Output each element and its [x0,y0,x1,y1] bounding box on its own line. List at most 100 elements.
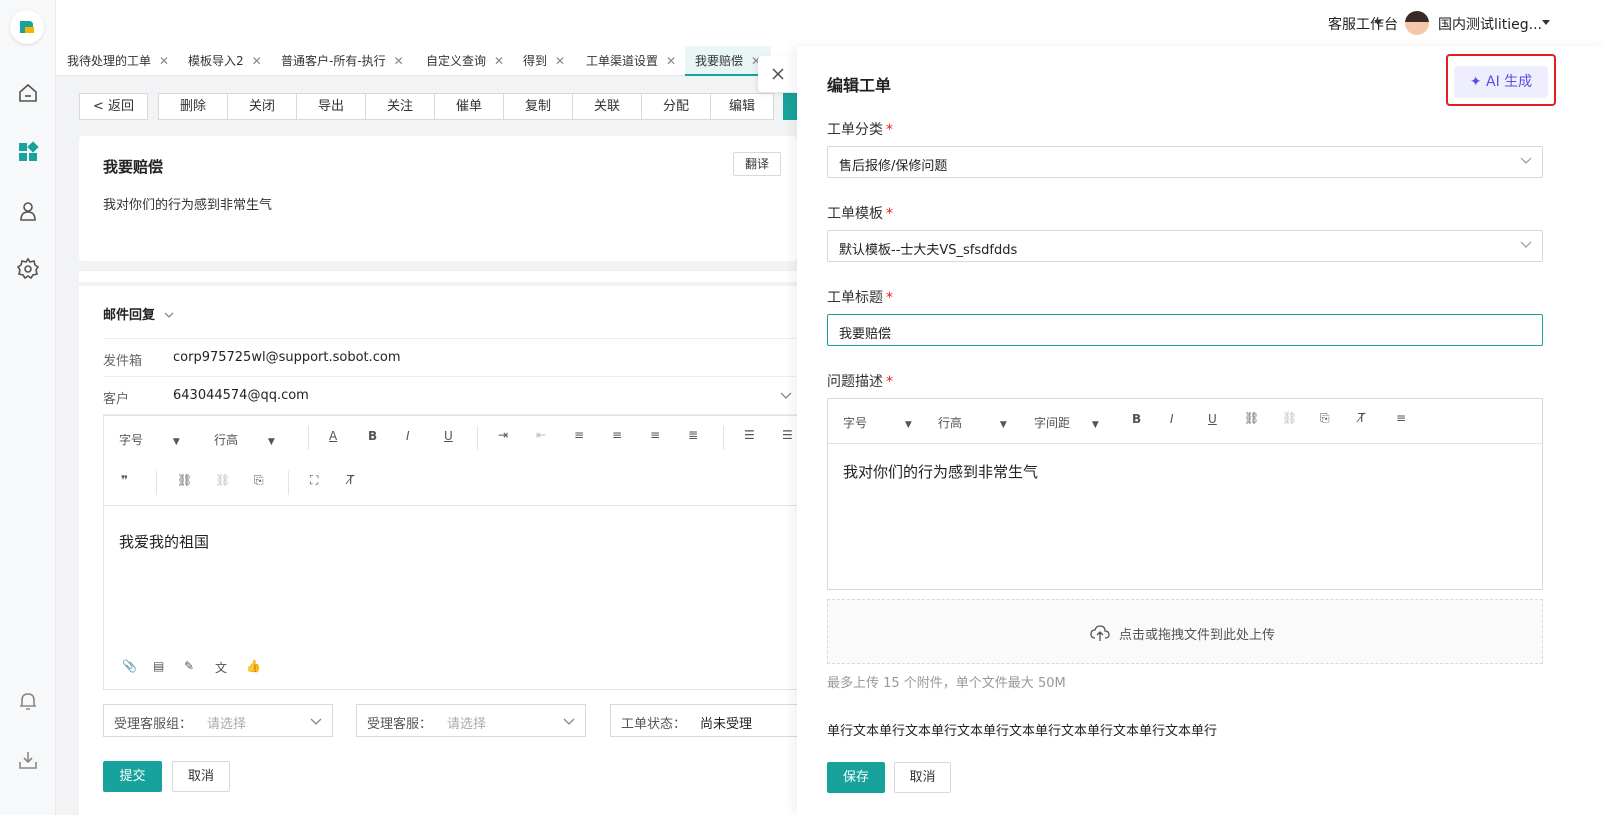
mail-reply-header[interactable]: 邮件回复 [103,304,174,323]
drawer-footer: 保存 取消 [797,746,1607,815]
copy-button[interactable]: 复制 [503,93,572,120]
tab-normal-customer[interactable]: 普通客户-所有-执行 ✕ [281,46,404,76]
agent-group-select[interactable]: 受理客服组： 请选择 [103,704,333,737]
template-icon[interactable]: ▤ [153,659,164,673]
tab-bar: 我待处理的工单 ✕ 模板导入2 ✕ 普通客户-所有-执行 ✕ 自定义查询 ✕ 得到 ✕ 工… [56,46,797,76]
italic-icon[interactable]: I [406,429,410,443]
sender-row[interactable]: 发件箱 corp975725wl@support.sobot.com [103,339,797,377]
close-icon[interactable]: ✕ [666,54,676,68]
thumbs-up-icon[interactable]: 👍 [246,659,261,673]
avatar[interactable] [1405,11,1429,35]
chevron-down-icon[interactable] [1374,20,1382,25]
bold-icon[interactable]: B [1132,412,1141,426]
download-icon[interactable] [16,748,40,772]
bullet-list-icon[interactable]: ☰ [744,428,755,442]
editor-toolbar-row-2: ❞ ⛓ ⛓ ⎘ ⛶ T̸ [104,461,802,506]
bell-icon[interactable] [16,689,40,713]
drawer-close-button[interactable] [758,56,798,92]
quote-icon[interactable]: ❞ [121,473,128,487]
close-icon[interactable]: ✕ [159,54,169,68]
export-button[interactable]: 导出 [296,93,365,120]
translate-icon[interactable]: 文 [215,659,227,676]
description-body[interactable]: 我对你们的行为感到非常生气 [843,461,1038,482]
font-color-icon[interactable]: A [329,429,337,443]
apps-icon[interactable] [16,140,40,164]
chevron-down-icon[interactable] [1542,20,1550,25]
primary-action-edge[interactable] [783,93,797,120]
align-justify-icon[interactable]: ≣ [688,428,698,442]
chevron-down-icon [1520,241,1532,248]
indent-icon[interactable]: ⇥ [498,428,508,442]
submit-button[interactable]: 提交 [103,761,162,792]
tab-dedao[interactable]: 得到 ✕ [523,46,565,76]
ordered-list-icon[interactable]: ☰ [782,428,793,442]
delete-button[interactable]: 删除 [158,93,227,120]
cancel-button[interactable]: 取消 [172,761,230,792]
ticket-status-select[interactable]: 工单状态： 尚未受理 [610,704,797,737]
ai-generate-button[interactable]: ✦ AI 生成 [1454,66,1548,98]
letter-spacing-select[interactable]: 字间距 ▼ [1034,414,1099,431]
urge-button[interactable]: 催单 [434,93,503,120]
font-size-select[interactable]: 字号 ▼ [843,414,912,431]
link-icon[interactable]: ⛓ [1244,411,1259,425]
divider [288,471,289,495]
link-icon[interactable]: ⛓ [177,473,192,487]
home-icon[interactable] [16,81,40,105]
agent-select[interactable]: 受理客服： 请选择 [356,704,586,737]
align-right-icon[interactable]: ≡ [650,428,660,442]
paragraph-icon[interactable]: ≡ [1396,411,1406,425]
edit-button[interactable]: 编辑 [710,93,774,120]
tab-pending[interactable]: 我待处理的工单 ✕ [67,46,169,76]
upload-area[interactable]: 点击或拖拽文件到此处上传 [827,599,1543,664]
align-left-icon[interactable]: ≡ [574,428,584,442]
underline-icon[interactable]: U [444,429,453,443]
mail-body[interactable]: 我爱我的祖国 [119,531,209,552]
clear-format-icon[interactable]: T̸ [347,473,354,487]
close-icon[interactable]: ✕ [252,54,262,68]
fullscreen-icon[interactable]: ⛶ [310,473,318,488]
customer-icon[interactable] [16,199,40,223]
cancel-button[interactable]: 取消 [894,762,951,793]
follow-button[interactable]: 关注 [365,93,434,120]
assign-button[interactable]: 分配 [641,93,710,120]
bold-icon[interactable]: B [368,429,377,443]
workspace-switcher[interactable]: 客服工作台 [1328,14,1398,34]
format-painter-icon[interactable]: ⎘ [1320,411,1330,426]
chevron-down-icon [1520,157,1532,164]
template-label: 工单模板 * [827,206,893,222]
underline-icon[interactable]: U [1208,412,1217,426]
format-painter-icon[interactable]: ⎘ [254,473,264,488]
app-logo[interactable] [10,10,44,44]
unlink-icon[interactable]: ⛓ [1282,411,1297,425]
tab-custom-query[interactable]: 自定义查询 ✕ [426,46,504,76]
close-icon[interactable]: ✕ [394,54,404,68]
user-name[interactable]: 国内测试litieg... [1438,14,1542,34]
subject-input[interactable]: 我要赔偿 [827,314,1543,346]
unlink-icon[interactable]: ⛓ [215,473,230,487]
customer-row[interactable]: 客户 643044574@qq.com [103,377,797,415]
line-height-select[interactable]: 行高 ▼ [938,414,1007,431]
align-center-icon[interactable]: ≡ [612,428,622,442]
close-icon[interactable]: ✕ [555,54,565,68]
chevron-down-icon[interactable] [780,392,792,400]
italic-icon[interactable]: I [1170,412,1174,426]
settings-icon[interactable] [16,257,40,281]
tab-channel-settings[interactable]: 工单渠道设置 ✕ [586,46,676,76]
template-select[interactable]: 默认模板--士大夫VS_sfsdfdds [827,230,1543,262]
font-size-select[interactable]: 字号 ▼ [119,431,180,448]
magic-wand-icon[interactable]: ✎ [184,659,194,673]
save-button[interactable]: 保存 [827,762,885,793]
close-icon[interactable]: ✕ [494,54,504,68]
caret-down-icon: ▼ [999,420,1007,430]
close-ticket-button[interactable]: 关闭 [227,93,296,120]
caret-down-icon: ▼ [267,437,275,447]
back-button[interactable]: < 返回 [79,93,148,120]
link-button[interactable]: 关联 [572,93,641,120]
attachment-icon[interactable]: 📎 [122,659,137,673]
translate-button[interactable]: 翻译 [733,152,781,176]
outdent-icon[interactable]: ⇤ [536,428,546,442]
line-height-select[interactable]: 行高 ▼ [214,431,275,448]
category-select[interactable]: 售后报修/保修问题 [827,146,1543,178]
tab-template-import[interactable]: 模板导入2 ✕ [188,46,262,76]
clear-format-icon[interactable]: T̸ [1358,411,1365,425]
